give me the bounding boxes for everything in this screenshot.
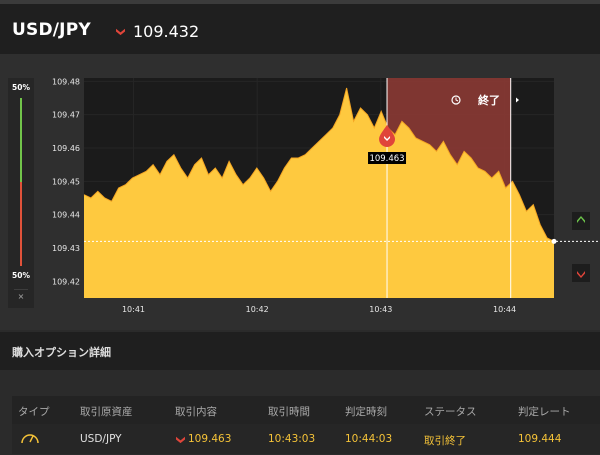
col-status: ステータス [424,406,477,418]
currency-pair-title: USD/JPY [12,20,91,40]
y-tick-label: 109.43 [52,244,80,253]
details-table-header: タイプ 取引原資産 取引内容 取引時間 判定時刻 ステータス 判定レート [12,396,600,424]
row-judge-time: 10:44:03 [345,433,393,445]
x-tick-label: 10:41 [122,305,145,314]
expired-label: 終了 [478,93,500,107]
col-type: タイプ [18,406,50,418]
y-tick-label: 109.46 [52,144,80,153]
y-tick-label: 109.48 [52,77,80,86]
y-tick-label: 109.45 [52,177,80,186]
row-judge-rate: 109.444 [518,433,562,445]
y-tick-label: 109.44 [52,211,80,220]
section-title: 購入オプション詳細 [12,346,111,359]
down-arrow-icon [116,28,125,36]
y-tick-label: 109.42 [52,277,80,286]
col-judge-rate: 判定レート [518,406,571,418]
row-rate: 109.463 [188,433,232,445]
chart-panel: 50% 50% × 終了 109.463 109.48109.47109.4 [0,54,600,330]
row-asset: USD/JPY [80,433,122,445]
x-tick-label: 10:42 [246,305,269,314]
purchase-details-header: 購入オプション詳細 [0,332,600,370]
put-button[interactable] [572,264,590,282]
gauge-type-icon [21,434,39,444]
x-tick-label: 10:43 [369,305,392,314]
down-arrow-icon [176,436,185,444]
col-asset: 取引原資産 [80,406,133,418]
x-tick-label: 10:44 [493,305,516,314]
current-rate: 109.432 [133,22,200,41]
chevron-down-icon [577,271,585,278]
col-judge-time: 判定時刻 [345,406,387,418]
table-row[interactable]: USD/JPY 109.463 10:43:03 10:44:03 取引終了 1… [12,424,600,454]
current-rate-dot [551,238,557,244]
row-trade-time: 10:43:03 [268,433,316,445]
call-button[interactable] [572,212,590,230]
entry-rate-label: 109.463 [369,154,404,164]
header-bar: USD/JPY 109.432 [0,0,600,54]
chevron-up-icon [577,216,585,223]
price-chart: 終了 109.463 109.48 109.47 109.46 109.45 109.4… [52,77,600,314]
y-tick-label: 109.47 [52,111,80,120]
col-content: 取引内容 [175,406,217,418]
row-status: 取引終了 [424,435,466,447]
col-trade-time: 取引時間 [268,406,310,418]
